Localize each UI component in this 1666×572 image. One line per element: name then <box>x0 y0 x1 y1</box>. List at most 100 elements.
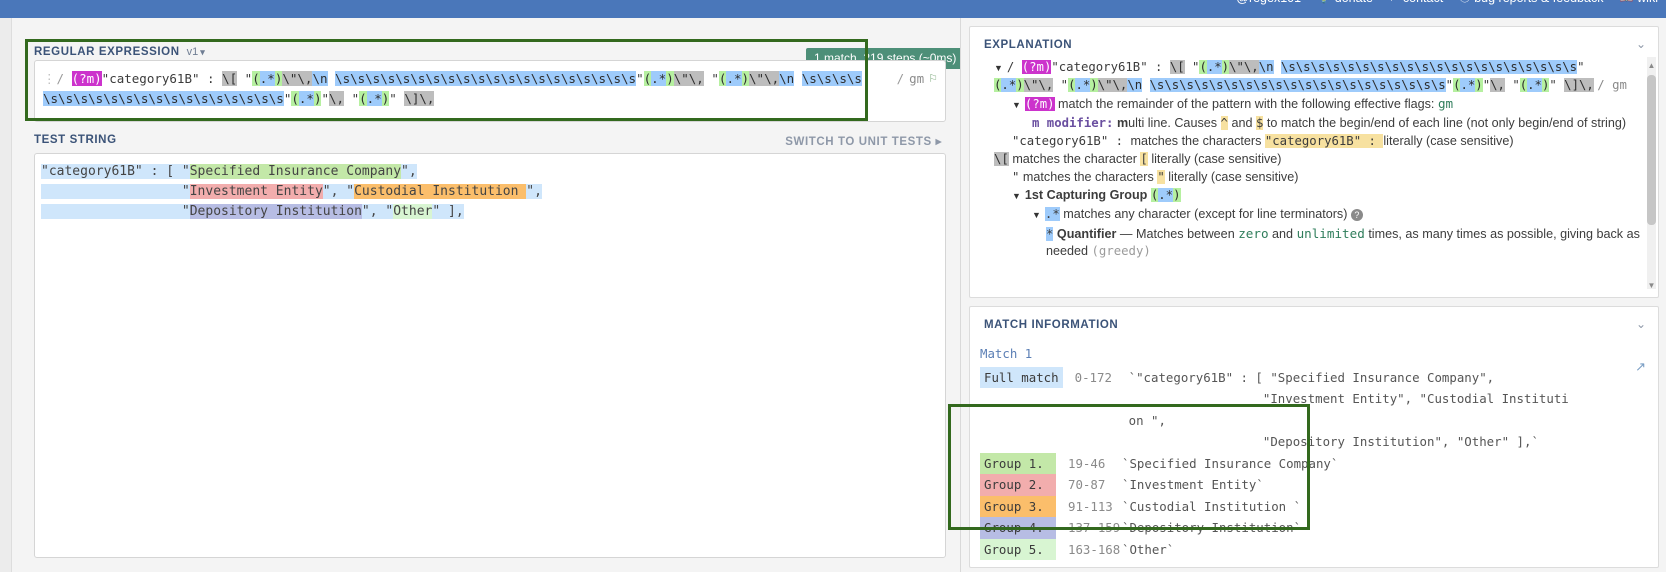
wiki-icon: 📖 <box>1619 0 1633 4</box>
topbar-link-label: bug reports & feedback <box>1474 0 1603 5</box>
explanation-title: EXPLANATION <box>984 39 1073 51</box>
match-row[interactable]: Group 3. 91-113 `Custodial Institution ` <box>980 495 1650 517</box>
test-segment-2-0: " <box>41 204 190 219</box>
regex-token-28: " <box>321 91 330 106</box>
regex-token-11: \s\s\s\s\s\s\s\s\s\s\s\s\s\s\s\s\s\s\s\s <box>1280 60 1578 74</box>
quantifier-unlimited: unlimited <box>1296 226 1365 241</box>
regex-token-6: .* <box>1206 60 1222 74</box>
regex-token-12: " <box>1577 60 1585 74</box>
explanation-scrollbar[interactable] <box>1647 57 1656 289</box>
explanation-pattern-tokens: / (?m)"category61B" : \[ "(.*)\"\,\n \s\… <box>994 60 1594 92</box>
regex-token-29: \, <box>329 91 345 106</box>
test-string-line[interactable]: "category61B" : [ "Specified Insurance C… <box>41 162 939 182</box>
chevron-right-icon: ▸ <box>935 136 942 148</box>
match-row[interactable]: Full match 0-172 `"category61B" : [ "Speci… <box>980 366 1650 453</box>
group-dotstar: .* <box>1158 188 1174 202</box>
test-segment-1-3: Custodial Institution <box>354 184 527 199</box>
test-string-line[interactable]: "Investment Entity", "Custodial Institut… <box>41 182 939 202</box>
modifier-detail-text-a: ulti line. Causes <box>1128 116 1218 130</box>
quantifier-dash: — <box>1119 227 1133 241</box>
match-row[interactable]: Group 2. 70-87 `Investment Entity` <box>980 474 1650 496</box>
flag-icon[interactable]: ⚐ <box>929 71 937 86</box>
explanation-dotstar-row[interactable]: ▼ .* matches any character (except for li… <box>980 206 1642 224</box>
dollar-token: $ <box>1255 116 1264 130</box>
switch-to-unit-tests-label: SWITCH TO UNIT TESTS <box>785 136 932 148</box>
match-row-value: `"category61B" : [ "Specified Insurance … <box>1128 369 1569 450</box>
modifier-detail-and: and <box>1231 116 1253 130</box>
test-segment-0-2: Specified Insurance Company <box>189 164 402 179</box>
quantifier-zero: zero <box>1238 226 1269 241</box>
regex-pattern-text[interactable]: ⋮ / (?m)"category61B" : \[ "(.*)\"\,\n \s… <box>43 69 871 109</box>
donate-icon: 💡 <box>1317 0 1331 4</box>
regex-token-3: \[ <box>1169 60 1185 74</box>
help-icon[interactable]: ? <box>1350 208 1363 221</box>
topbar-link-contact[interactable]: ⚑ contact <box>1389 0 1443 5</box>
topbar-link-bug-reports[interactable]: ⓧ bug reports & feedback <box>1459 0 1603 5</box>
explanation-body: ▼ / (?m)"category61B" : \[ "(.*)\"\,\n \s… <box>980 59 1642 277</box>
regex-token-18: .* <box>726 71 742 86</box>
explanation-modifier-detail: m modifier: multi line. Causes ^ and $ t… <box>980 115 1642 132</box>
topbar-link-twitter[interactable]: ✉ @regex101 <box>1223 0 1301 5</box>
regex-token-20: ) <box>1090 78 1098 92</box>
regex-token-5: ( <box>1199 60 1207 74</box>
explanation-capturing-group-row[interactable]: ▼ 1st Capturing Group (.*) <box>980 187 1642 205</box>
regex-token-13: .* <box>651 71 667 86</box>
test-segment-0-3: ", <box>401 164 417 179</box>
dotstar-token: .* <box>1044 207 1060 221</box>
triangle-down-icon[interactable]: ▼ <box>1012 100 1021 110</box>
test-string-content[interactable]: "category61B" : [ "Specified Insurance C… <box>41 162 939 222</box>
literal-text: matches the characters <box>1022 170 1154 184</box>
topbar-link-donate[interactable]: 💡 donate <box>1317 0 1373 5</box>
drag-handle-icon[interactable]: ⋮ <box>43 71 55 86</box>
topbar-link-label: wiki <box>1637 0 1658 5</box>
topbar-link-label: @regex101 <box>1236 0 1301 5</box>
literal-text: matches the character <box>1012 152 1137 166</box>
regex-input-box[interactable]: ⋮ / (?m)"category61B" : \[ "(.*)\"\,\n \s… <box>34 60 946 122</box>
regex-token-20: \"\, <box>749 71 780 86</box>
regex-token-14: .* <box>1001 78 1017 92</box>
match-row[interactable]: Group 4. 137-159 `Depository Institution` <box>980 517 1650 539</box>
triangle-down-icon[interactable]: ▼ <box>1032 210 1041 220</box>
top-navigation-bar: ✉ @regex101 💡 donate ⚑ contact ⓧ bug rep… <box>0 0 1666 18</box>
regex-token-32: .* <box>366 91 382 106</box>
triangle-down-icon[interactable]: ▼ <box>1012 191 1021 201</box>
match-row[interactable]: Group 1. 19-46 `Specified Insurance Compan… <box>980 452 1650 474</box>
literal-code: \[ <box>994 152 1009 166</box>
regex-token-31: " <box>1504 78 1520 92</box>
literal-highlight: [ <box>1140 152 1148 166</box>
explanation-collapse-chevron-icon[interactable]: ⌄ <box>1636 37 1646 51</box>
modifier-detail-prefix: m modifier: <box>1032 116 1114 130</box>
scroll-down-icon[interactable]: ▼ <box>1647 281 1656 291</box>
regex-delimiter: / <box>56 71 65 86</box>
match-info-collapse-chevron-icon[interactable]: ⌄ <box>1636 317 1646 331</box>
regex-token-15: ) <box>1016 78 1024 92</box>
match-row-range: 19-46 <box>1068 455 1106 471</box>
triangle-down-icon[interactable]: ▼ <box>994 63 1003 73</box>
explanation-scroll-thumb[interactable] <box>1647 75 1656 225</box>
switch-to-unit-tests-link[interactable]: SWITCH TO UNIT TESTS ▸ <box>785 134 942 148</box>
scroll-up-icon[interactable]: ▲ <box>1647 61 1656 71</box>
modifier-flags: gm <box>1437 96 1454 111</box>
topbar-link-wiki[interactable]: 📖 wiki <box>1619 0 1658 5</box>
regex-flags-area[interactable]: / gm ⚐ <box>897 71 937 86</box>
explanation-modifier-row[interactable]: ▼ (?m) match the remainder of the pattern… <box>980 95 1642 114</box>
explanation-pattern-row[interactable]: ▼ / (?m)"category61B" : \[ "(.*)\"\,\n \s… <box>980 59 1642 94</box>
test-segment-2-2: ", " <box>361 204 394 219</box>
regex-token-8: \"\, <box>1229 60 1259 74</box>
regex-token-17: " <box>1053 78 1069 92</box>
explanation-quantifier-row: * Quantifier — Matches between zero and … <box>980 225 1642 260</box>
chevron-down-icon[interactable]: ▾ <box>200 47 205 57</box>
regex-flags-value[interactable]: gm <box>909 71 924 86</box>
test-string-line[interactable]: "Depository Institution", "Other" ], <box>41 202 939 222</box>
match-row-range: 70-87 <box>1068 477 1106 492</box>
test-segment-2-4: " ], <box>432 204 464 219</box>
test-string-input[interactable]: "category61B" : [ "Specified Insurance C… <box>34 153 946 558</box>
literal-highlight: " <box>1157 170 1165 184</box>
test-segment-0-1: " <box>181 164 190 179</box>
regex-token-8: \n <box>312 71 328 86</box>
match-information-body: Match 1 Full match 0-172 `"category61B" : … <box>980 343 1650 563</box>
match-row[interactable]: Group 5. 163-168 `Other` <box>980 538 1650 560</box>
regex-token-35: " <box>1549 78 1565 92</box>
regex-version-label[interactable]: v1 <box>187 46 199 58</box>
regex-token-5: .* <box>259 71 275 86</box>
